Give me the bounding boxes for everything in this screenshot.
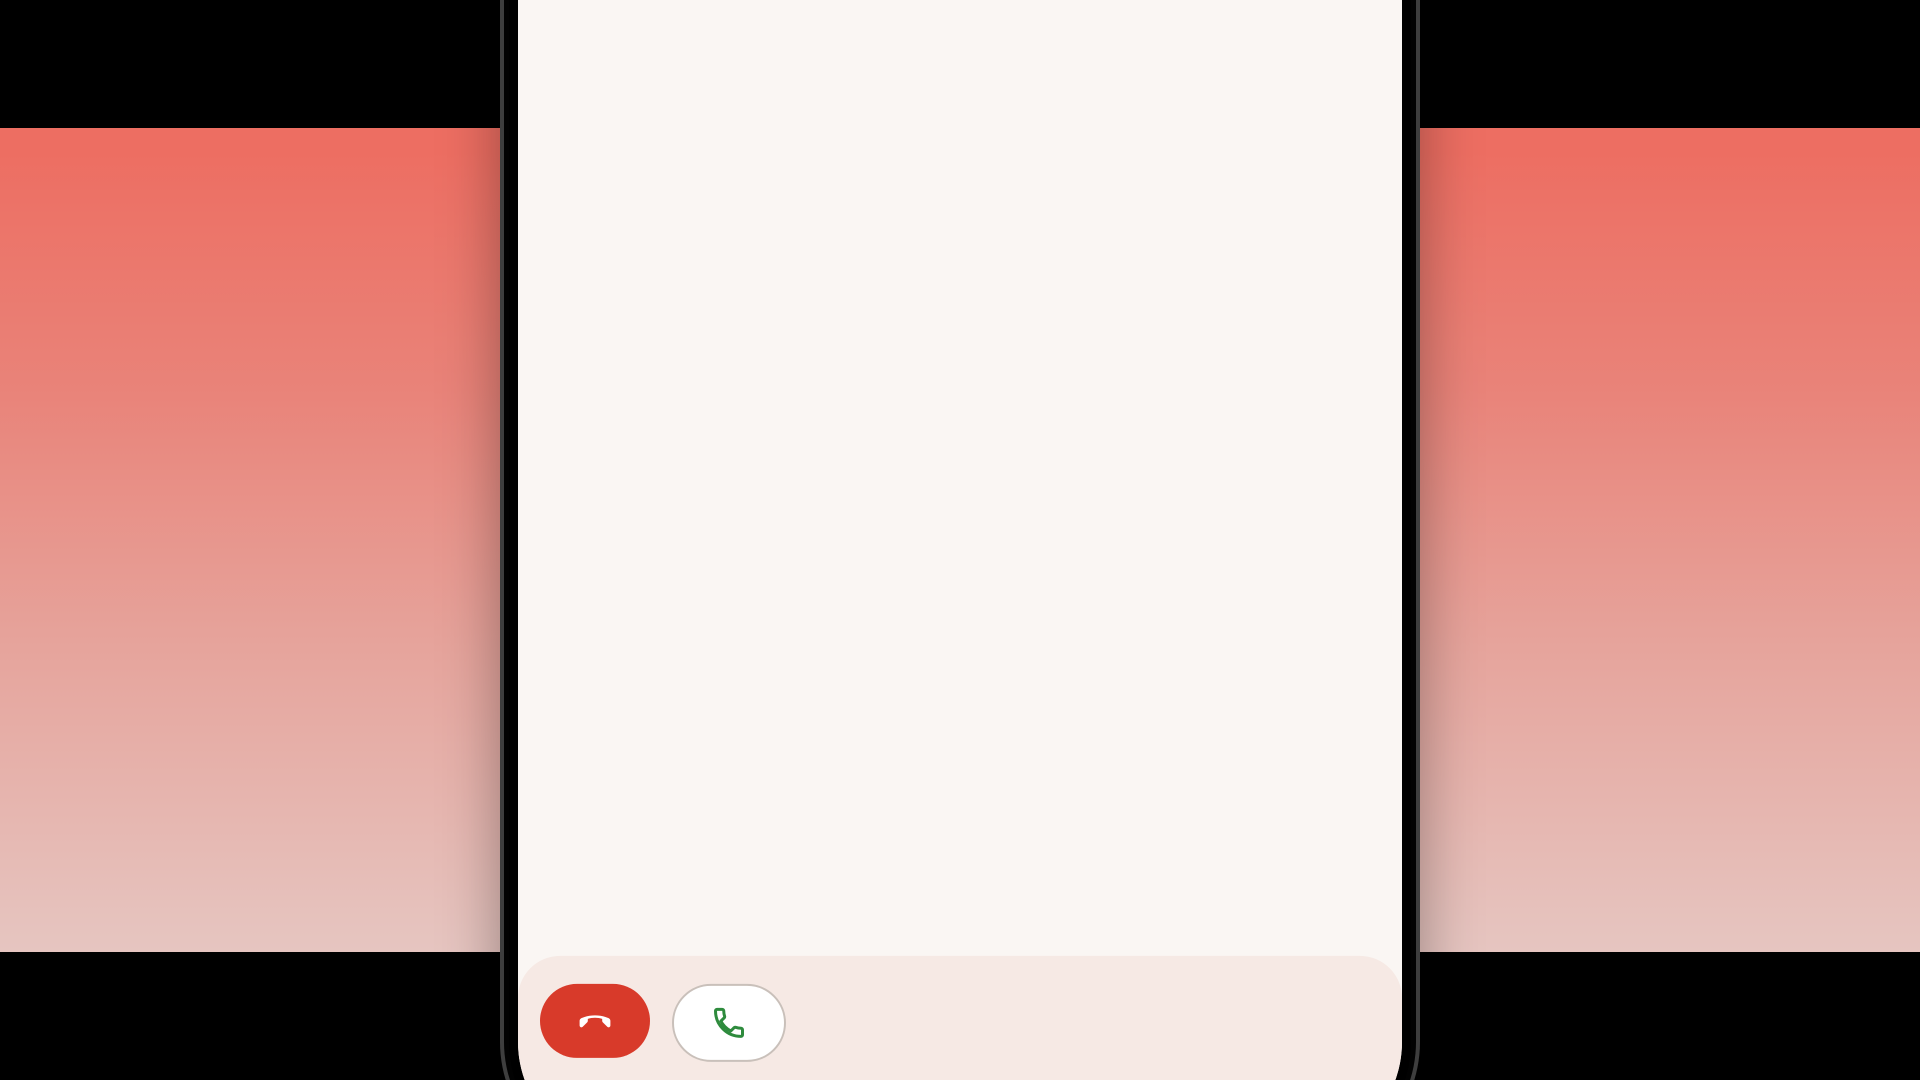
phone-answer-icon — [711, 1005, 747, 1041]
hang-up-button[interactable] — [540, 984, 650, 1058]
phone-screen: Said to the caller Hi, the person who yo… — [518, 0, 1402, 1080]
answer-button[interactable] — [672, 984, 786, 1062]
phone-frame: Said to the caller Hi, the person who yo… — [500, 0, 1420, 1080]
content-band: Said to the caller Hi, the person who yo… — [0, 128, 1920, 952]
transcript-scroll[interactable]: Said to the caller Hi, the person who yo… — [518, 0, 1402, 984]
phone-hangup-icon — [573, 999, 617, 1043]
call-action-bar — [518, 956, 1402, 1080]
stage: Said to the caller Hi, the person who yo… — [0, 0, 1920, 1080]
